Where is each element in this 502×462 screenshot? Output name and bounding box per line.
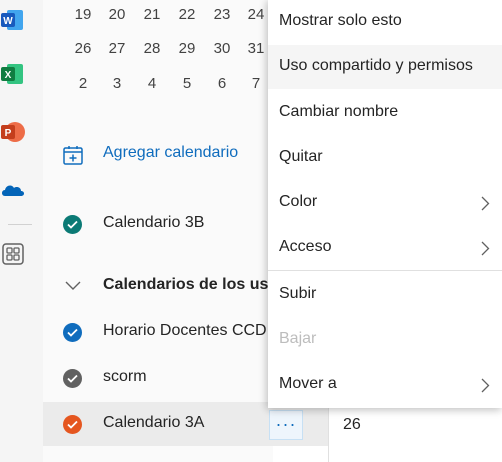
svg-text:P: P bbox=[5, 128, 12, 139]
mini-calendar-day[interactable]: 19 bbox=[70, 6, 96, 23]
calendar-item-label: scorm bbox=[103, 368, 147, 385]
mini-calendar-day[interactable]: 26 bbox=[70, 40, 96, 57]
more-options-button[interactable]: ··· bbox=[269, 410, 303, 440]
mini-calendar-day[interactable]: 21 bbox=[139, 6, 165, 23]
menu-item-move-to[interactable]: Mover a bbox=[268, 363, 502, 407]
menu-item-sharing-permissions[interactable]: Uso compartido y permisos bbox=[268, 45, 502, 89]
grid-date-label[interactable]: 26 bbox=[343, 416, 361, 434]
calendar-item-label: Calendario 3B bbox=[103, 214, 205, 231]
onedrive-icon[interactable] bbox=[1, 178, 25, 202]
chevron-right-icon bbox=[481, 241, 490, 261]
calendar-item-calendario-3a[interactable]: Calendario 3A ··· bbox=[43, 402, 330, 446]
menu-item-label: Mostrar solo esto bbox=[279, 12, 402, 29]
mini-calendar-day[interactable]: 7 bbox=[243, 75, 269, 92]
menu-item-remove[interactable]: Quitar bbox=[268, 136, 502, 180]
rail-divider bbox=[8, 224, 32, 225]
mini-calendar-week: 26 27 28 29 30 31 bbox=[43, 40, 303, 62]
menu-item-color[interactable]: Color bbox=[268, 181, 502, 225]
mini-calendar-day[interactable]: 4 bbox=[139, 75, 165, 92]
menu-item-move-down: Bajar bbox=[268, 318, 502, 362]
menu-item-show-only-this[interactable]: Mostrar solo esto bbox=[268, 0, 502, 44]
checkmark-icon[interactable] bbox=[63, 215, 82, 234]
mini-calendar-day[interactable]: 2 bbox=[70, 75, 96, 92]
more-options-icon: ··· bbox=[275, 414, 297, 434]
menu-item-label: Quitar bbox=[279, 148, 323, 165]
chevron-right-icon bbox=[481, 378, 490, 398]
excel-icon[interactable]: X bbox=[1, 62, 25, 86]
calendar-item-label: Calendario 3A bbox=[103, 414, 205, 431]
menu-item-access[interactable]: Acceso bbox=[268, 226, 502, 270]
mini-calendar-day[interactable]: 22 bbox=[174, 6, 200, 23]
menu-divider bbox=[268, 270, 502, 271]
calendar-group-label: Calendarios de los us bbox=[103, 276, 269, 293]
svg-text:X: X bbox=[5, 70, 12, 81]
mini-calendar-day[interactable]: 5 bbox=[174, 75, 200, 92]
menu-item-label: Cambiar nombre bbox=[279, 103, 399, 120]
menu-item-label: Mover a bbox=[279, 375, 337, 392]
checkmark-icon[interactable] bbox=[63, 369, 82, 388]
mini-calendar-day[interactable]: 28 bbox=[139, 40, 165, 57]
chevron-right-icon bbox=[481, 196, 490, 216]
calendar-group-header[interactable]: Calendarios de los us bbox=[43, 268, 273, 304]
calendar-context-menu: Mostrar solo esto Uso compartido y permi… bbox=[268, 0, 502, 408]
menu-item-label: Color bbox=[279, 193, 318, 210]
apps-grid-icon[interactable] bbox=[1, 242, 25, 266]
mini-calendar-day[interactable]: 31 bbox=[243, 40, 269, 57]
powerpoint-icon[interactable]: P bbox=[1, 120, 25, 144]
menu-item-label: Acceso bbox=[279, 238, 332, 255]
mini-calendar-day[interactable]: 24 bbox=[243, 6, 269, 23]
menu-item-label: Uso compartido y permisos bbox=[279, 57, 473, 74]
calendar-item-label: Horario Docentes CCD bbox=[103, 322, 267, 339]
calendar-grid: 26 bbox=[328, 400, 502, 462]
add-calendar-label: Agregar calendario bbox=[103, 144, 239, 161]
menu-item-move-up[interactable]: Subir bbox=[268, 273, 502, 317]
word-icon[interactable]: W bbox=[1, 8, 25, 32]
svg-text:W: W bbox=[3, 16, 13, 27]
menu-item-label: Subir bbox=[279, 285, 317, 302]
calendar-add-icon bbox=[62, 144, 84, 171]
menu-item-label: Bajar bbox=[279, 330, 317, 347]
chevron-down-icon bbox=[65, 278, 81, 296]
mini-calendar-day[interactable]: 23 bbox=[209, 6, 235, 23]
mini-calendar-day[interactable]: 20 bbox=[104, 6, 130, 23]
add-calendar-button[interactable]: Agregar calendario bbox=[60, 140, 270, 170]
checkmark-icon[interactable] bbox=[63, 415, 82, 434]
mini-calendar-day[interactable]: 30 bbox=[209, 40, 235, 57]
mini-calendar-week: 19 20 21 22 23 24 bbox=[43, 6, 303, 28]
menu-item-rename[interactable]: Cambiar nombre bbox=[268, 91, 502, 135]
mini-calendar-week: 2 3 4 5 6 7 bbox=[43, 75, 303, 97]
mini-calendar-day[interactable]: 6 bbox=[209, 75, 235, 92]
checkmark-icon[interactable] bbox=[63, 323, 82, 342]
app-rail: W X P bbox=[0, 0, 43, 462]
mini-calendar-day[interactable]: 27 bbox=[104, 40, 130, 57]
mini-calendar-day[interactable]: 3 bbox=[104, 75, 130, 92]
mini-calendar-day[interactable]: 29 bbox=[174, 40, 200, 57]
